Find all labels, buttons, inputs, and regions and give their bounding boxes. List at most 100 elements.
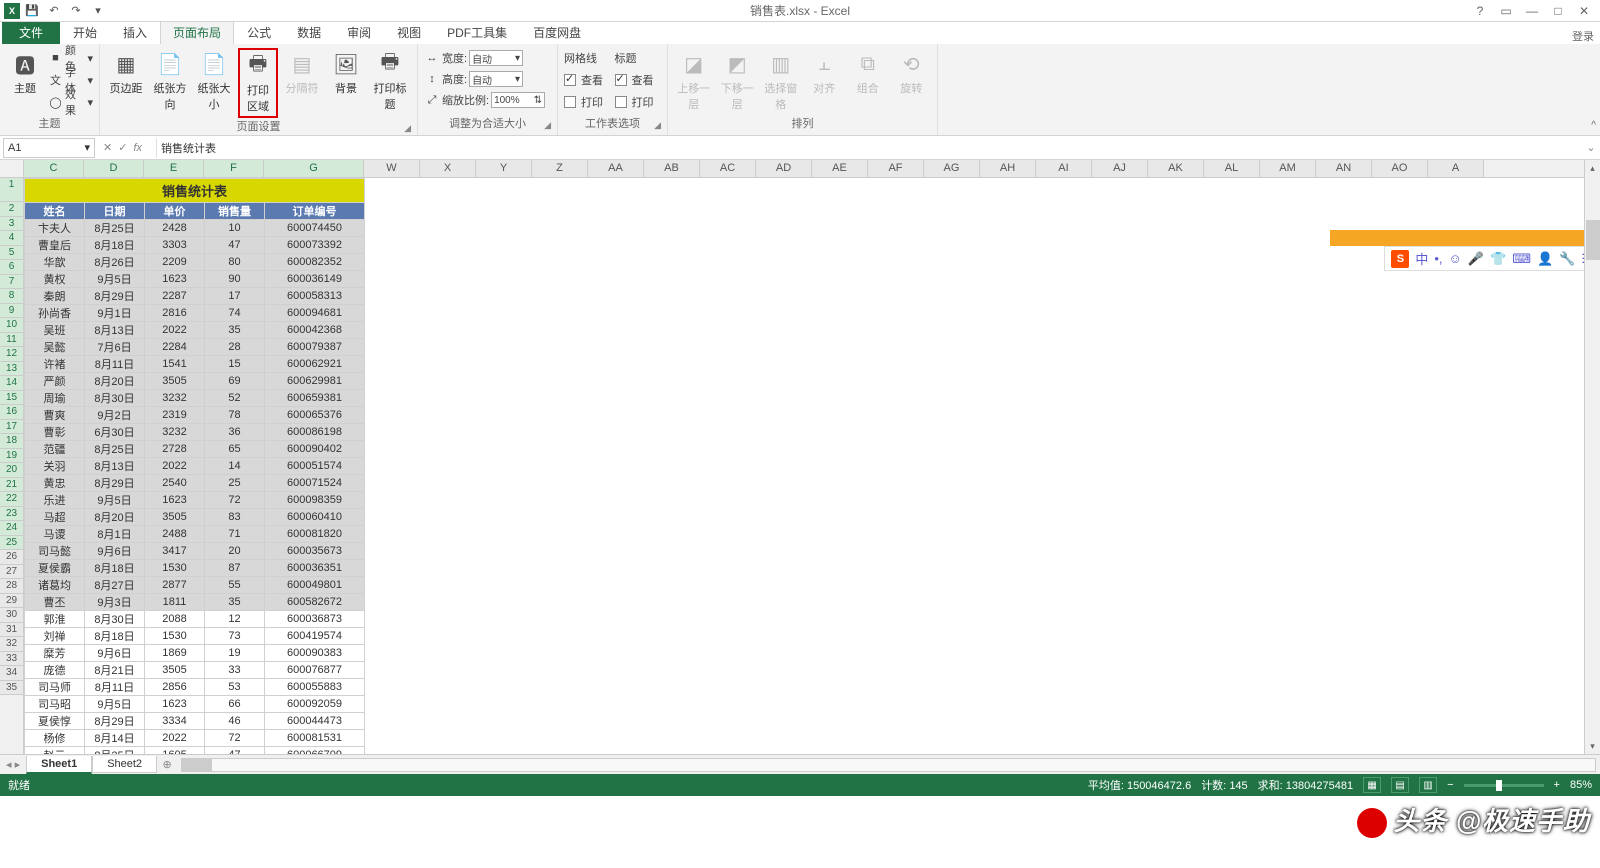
table-cell[interactable]: 14 <box>205 458 265 475</box>
group-button[interactable]: ⧉组合 <box>848 48 888 98</box>
table-cell[interactable]: 600092059 <box>265 696 365 713</box>
table-cell[interactable]: 7月6日 <box>85 339 145 356</box>
table-cell[interactable]: 2088 <box>145 611 205 628</box>
breaks-button[interactable]: ▤分隔符 <box>282 48 322 98</box>
table-cell[interactable]: 90 <box>205 271 265 288</box>
qat-dropdown-icon[interactable]: ▾ <box>88 2 108 20</box>
table-cell[interactable]: 600071524 <box>265 475 365 492</box>
table-cell[interactable]: 66 <box>205 696 265 713</box>
col-header[interactable]: Z <box>532 160 588 177</box>
table-cell[interactable]: 8月21日 <box>85 662 145 679</box>
col-header[interactable]: D <box>84 160 144 177</box>
table-cell[interactable]: 8月30日 <box>85 390 145 407</box>
table-cell[interactable]: 52 <box>205 390 265 407</box>
table-cell[interactable]: 9月5日 <box>85 492 145 509</box>
table-cell[interactable]: 600065376 <box>265 407 365 424</box>
scroll-up-icon[interactable]: ▴ <box>1585 160 1600 176</box>
row-header[interactable]: 9 <box>0 304 23 319</box>
row-header[interactable]: 28 <box>0 579 23 594</box>
table-cell[interactable]: 2022 <box>145 458 205 475</box>
row-header[interactable]: 3 <box>0 217 23 232</box>
table-cell[interactable]: 华歆 <box>25 254 85 271</box>
ime-toolbox-icon[interactable]: 🔧 <box>1559 251 1575 267</box>
row-header[interactable]: 4 <box>0 231 23 246</box>
ribbon-options-icon[interactable]: ▭ <box>1494 2 1518 20</box>
row-header[interactable]: 18 <box>0 434 23 449</box>
table-cell[interactable]: 杨修 <box>25 730 85 747</box>
table-cell[interactable]: 46 <box>205 713 265 730</box>
table-cell[interactable]: 1623 <box>145 492 205 509</box>
tab-pdf[interactable]: PDF工具集 <box>434 20 520 44</box>
col-header[interactable]: AD <box>756 160 812 177</box>
col-header[interactable]: AC <box>700 160 756 177</box>
table-cell[interactable]: 600055883 <box>265 679 365 696</box>
table-cell[interactable]: 2856 <box>145 679 205 696</box>
login-link[interactable]: 登录 <box>1572 28 1594 44</box>
table-cell[interactable]: 47 <box>205 237 265 254</box>
tab-data[interactable]: 数据 <box>284 20 334 44</box>
table-cell[interactable]: 8月25日 <box>85 220 145 237</box>
table-cell[interactable]: 8月25日 <box>85 747 145 755</box>
table-cell[interactable]: 司马师 <box>25 679 85 696</box>
table-cell[interactable]: 8月14日 <box>85 730 145 747</box>
row-header[interactable]: 12 <box>0 347 23 362</box>
table-cell[interactable]: 8月18日 <box>85 237 145 254</box>
select-all-corner[interactable] <box>0 160 24 177</box>
row-header[interactable]: 1 <box>0 178 23 202</box>
minimize-icon[interactable]: — <box>1520 2 1544 20</box>
table-cell[interactable]: 600098359 <box>265 492 365 509</box>
table-cell[interactable]: 9月6日 <box>85 543 145 560</box>
ime-punct-icon[interactable]: •, <box>1434 251 1442 266</box>
table-cell[interactable]: 600079387 <box>265 339 365 356</box>
table-cell[interactable]: 2319 <box>145 407 205 424</box>
table-cell[interactable]: 范疆 <box>25 441 85 458</box>
table-cell[interactable]: 1605 <box>145 747 205 755</box>
table-cell[interactable]: 80 <box>205 254 265 271</box>
table-cell[interactable]: 2209 <box>145 254 205 271</box>
row-header[interactable]: 15 <box>0 391 23 406</box>
table-cell[interactable]: 1541 <box>145 356 205 373</box>
row-header[interactable]: 6 <box>0 260 23 275</box>
row-header[interactable]: 11 <box>0 333 23 348</box>
col-header[interactable]: AN <box>1316 160 1372 177</box>
table-cell[interactable]: 赵云 <box>25 747 85 755</box>
table-cell[interactable]: 600044473 <box>265 713 365 730</box>
table-cell[interactable]: 2728 <box>145 441 205 458</box>
table-cell[interactable]: 8月25日 <box>85 441 145 458</box>
zoom-out-icon[interactable]: − <box>1447 779 1453 791</box>
table-cell[interactable]: 600060410 <box>265 509 365 526</box>
undo-icon[interactable]: ↶ <box>44 2 64 20</box>
row-header[interactable]: 31 <box>0 623 23 638</box>
table-cell[interactable]: 严颜 <box>25 373 85 390</box>
margins-button[interactable]: ▦页边距 <box>106 48 146 98</box>
ime-skin-icon[interactable]: 👕 <box>1490 251 1506 267</box>
view-normal-icon[interactable]: ▦ <box>1363 777 1381 793</box>
background-button[interactable]: 🖼背景 <box>326 48 366 98</box>
row-header[interactable]: 24 <box>0 521 23 536</box>
add-sheet-icon[interactable]: ⊕ <box>157 758 177 771</box>
table-cell[interactable]: 刘禅 <box>25 628 85 645</box>
table-cell[interactable]: 8月29日 <box>85 713 145 730</box>
ime-keyboard-icon[interactable]: ⌨ <box>1512 251 1531 267</box>
table-cell[interactable]: 15 <box>205 356 265 373</box>
col-header[interactable]: Y <box>476 160 532 177</box>
namebox-dropdown-icon[interactable]: ▾ <box>84 141 90 154</box>
col-header[interactable]: E <box>144 160 204 177</box>
table-cell[interactable]: 9月1日 <box>85 305 145 322</box>
table-cell[interactable]: 3505 <box>145 373 205 390</box>
table-cell[interactable]: 2816 <box>145 305 205 322</box>
table-cell[interactable]: 25 <box>205 475 265 492</box>
tab-page-layout[interactable]: 页面布局 <box>160 20 234 44</box>
col-header[interactable]: AI <box>1036 160 1092 177</box>
table-cell[interactable]: 2284 <box>145 339 205 356</box>
col-header[interactable]: AH <box>980 160 1036 177</box>
row-header[interactable]: 14 <box>0 376 23 391</box>
table-cell[interactable]: 36 <box>205 424 265 441</box>
table-cell[interactable]: 600042368 <box>265 322 365 339</box>
sheet-nav[interactable]: ◂ ▸ <box>0 758 26 771</box>
table-cell[interactable]: 司马昭 <box>25 696 85 713</box>
tab-insert[interactable]: 插入 <box>110 20 160 44</box>
table-cell[interactable]: 吴班 <box>25 322 85 339</box>
table-cell[interactable]: 600058313 <box>265 288 365 305</box>
row-header[interactable]: 33 <box>0 652 23 667</box>
